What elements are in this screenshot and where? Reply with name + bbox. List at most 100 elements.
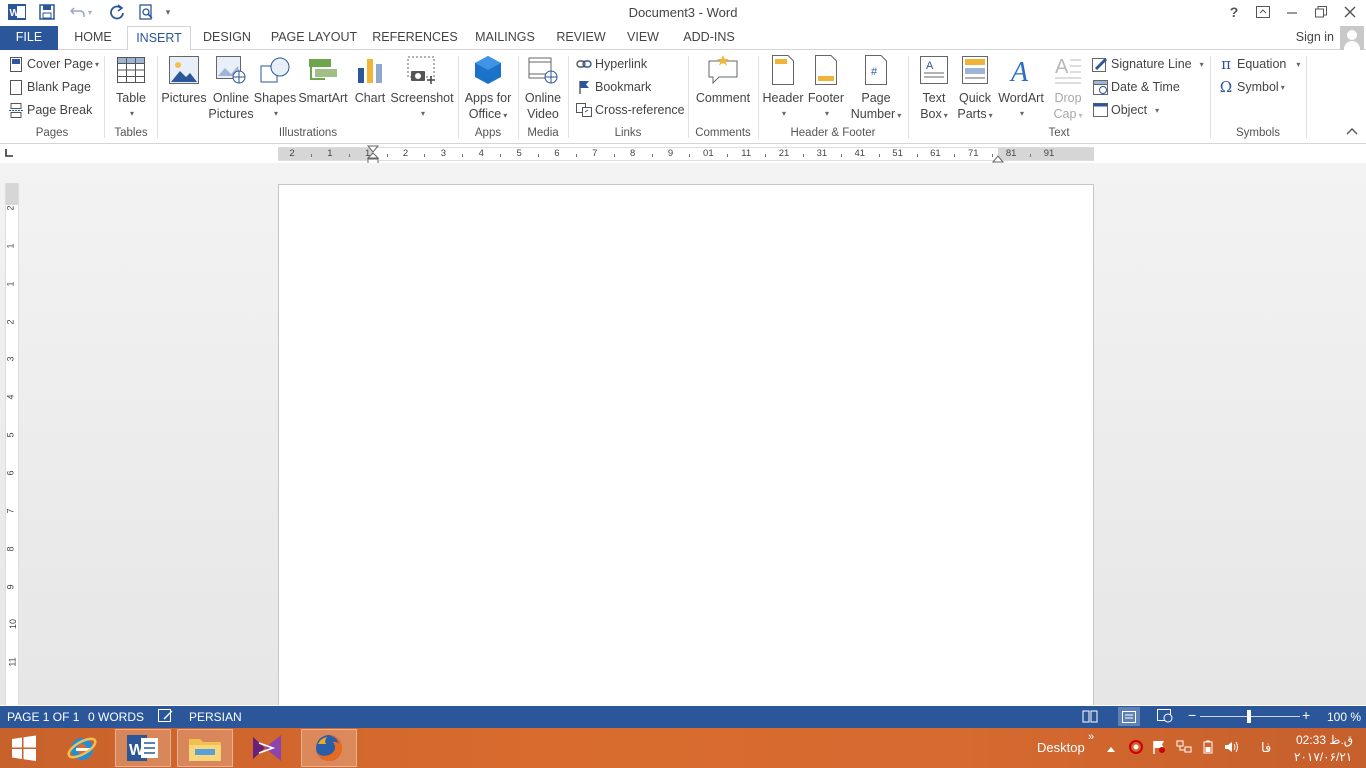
cover-page-button[interactable]: Cover Page ▾ <box>8 54 99 74</box>
clock-date[interactable]: ٢٠١٧/٠۶/٢١ <box>1294 750 1352 764</box>
page-break-button[interactable]: Page Break <box>8 100 92 120</box>
show-hidden-icons[interactable] <box>1106 741 1116 756</box>
cross-reference-button[interactable]: Cross-reference <box>576 100 685 120</box>
zoom-in-button[interactable]: + <box>1302 707 1310 723</box>
tab-page-layout[interactable]: PAGE LAYOUT <box>266 26 362 50</box>
save-icon[interactable] <box>36 2 58 22</box>
language-indicator[interactable]: PERSIAN <box>189 710 242 724</box>
table-button[interactable]: Table ▾ <box>110 54 152 122</box>
restore-icon[interactable] <box>1307 0 1335 24</box>
zoom-level[interactable]: 100 % <box>1327 710 1361 724</box>
text-box-button[interactable]: A Text Box ▾ <box>914 54 954 124</box>
ruler-tick <box>424 154 426 157</box>
group-label-illustrations: Illustrations <box>278 127 338 139</box>
read-mode-icon[interactable] <box>1082 709 1098 726</box>
comment-button[interactable]: Comment <box>694 54 752 106</box>
screenshot-button[interactable]: Screenshot ▾ <box>390 54 454 122</box>
ruler-tick <box>689 154 691 157</box>
footer-button[interactable]: Footer ▾ <box>806 54 846 122</box>
online-pictures-button[interactable]: Online Pictures <box>208 54 254 122</box>
date-time-button[interactable]: Date & Time <box>1092 77 1180 97</box>
group-label-symbols: Symbols <box>1235 127 1281 139</box>
blank-page-button[interactable]: Blank Page <box>8 77 91 97</box>
print-preview-icon[interactable] <box>136 2 156 22</box>
signature-line-button[interactable]: Signature Line ▾ <box>1092 54 1204 74</box>
ruler-tick <box>1030 154 1032 157</box>
pictures-button[interactable]: Pictures <box>161 54 207 106</box>
internet-explorer-taskbar[interactable] <box>54 729 110 767</box>
bookmark-button[interactable]: Bookmark <box>576 77 651 97</box>
symbol-button[interactable]: Ω Symbol ▾ <box>1218 77 1285 97</box>
ribbon-display-options-icon[interactable] <box>1249 0 1277 24</box>
shapes-button[interactable]: Shapes ▾ <box>254 54 296 122</box>
volume-tray-icon[interactable] <box>1224 740 1240 757</box>
clock-time[interactable]: 02:33 ق.ظ <box>1296 733 1353 747</box>
vertical-ruler[interactable]: 2 1 1 2 3 4 5 6 7 8 9 10 11 <box>5 183 19 705</box>
customize-qat-icon[interactable]: ▾ <box>160 2 176 22</box>
document-page[interactable] <box>278 184 1094 705</box>
toolbar-expand-icon[interactable]: » <box>1088 731 1094 743</box>
wordart-button[interactable]: A WordArt ▾ <box>996 54 1046 122</box>
word-count[interactable]: 0 WORDS <box>88 710 144 724</box>
tab-mailings[interactable]: MAILINGS <box>468 26 542 50</box>
proofing-icon[interactable] <box>158 709 174 726</box>
equation-button[interactable]: π Equation ▾ <box>1218 54 1300 74</box>
firefox-icon <box>316 735 342 761</box>
network-tray-icon[interactable] <box>1176 740 1192 757</box>
tab-file[interactable]: FILE <box>0 26 58 50</box>
help-button[interactable]: ? <box>1220 0 1248 24</box>
tab-review[interactable]: REVIEW <box>552 26 610 50</box>
redo-icon[interactable] <box>106 2 128 22</box>
header-button[interactable]: Header ▾ <box>762 54 804 122</box>
visual-studio-taskbar[interactable] <box>239 729 295 767</box>
pi-icon: π <box>1221 55 1231 73</box>
print-layout-icon[interactable] <box>1118 707 1140 726</box>
avatar[interactable] <box>1340 26 1364 50</box>
minimize-icon[interactable] <box>1278 0 1306 24</box>
word-app-icon[interactable]: W <box>7 2 27 22</box>
ruler-label: 1 <box>5 243 16 249</box>
tab-references[interactable]: REFERENCES <box>372 26 458 50</box>
tab-design[interactable]: DESIGN <box>198 26 256 50</box>
desktop-toolbar-label[interactable]: Desktop <box>1037 740 1085 755</box>
zoom-out-button[interactable]: − <box>1188 707 1196 723</box>
page-count[interactable]: PAGE 1 OF 1 <box>7 710 79 724</box>
input-language-indicator[interactable]: فا <box>1261 740 1271 756</box>
battery-tray-icon[interactable] <box>1201 740 1215 757</box>
sign-in-link[interactable]: Sign in <box>1296 30 1334 44</box>
tab-add-ins[interactable]: ADD-INS <box>676 26 742 50</box>
file-explorer-taskbar[interactable] <box>177 729 233 767</box>
ruler-tick <box>802 154 804 157</box>
close-icon[interactable] <box>1336 0 1364 24</box>
word-taskbar[interactable]: W <box>115 729 171 767</box>
ruler-label: 11 <box>741 148 752 159</box>
drop-cap-button[interactable]: A Drop Cap ▾ <box>1048 54 1088 124</box>
tab-insert[interactable]: INSERT <box>127 26 191 51</box>
zoom-slider-thumb[interactable] <box>1247 710 1251 723</box>
start-button[interactable] <box>4 729 44 767</box>
hyperlink-button[interactable]: Hyperlink <box>576 54 647 74</box>
right-indent-marker-icon[interactable] <box>992 151 1004 163</box>
tab-selector[interactable] <box>4 148 18 160</box>
undo-icon[interactable]: ▾ <box>66 2 96 22</box>
online-video-button[interactable]: Online Video <box>520 54 566 122</box>
tab-home[interactable]: HOME <box>66 26 120 50</box>
firefox-taskbar[interactable] <box>301 729 357 767</box>
visual-studio-icon <box>253 735 281 761</box>
collapse-ribbon-icon[interactable] <box>1346 126 1358 138</box>
quick-parts-icon <box>959 54 991 86</box>
smartart-button[interactable]: SmartArt <box>298 54 348 106</box>
action-center-flag-icon[interactable] <box>1152 740 1166 757</box>
indent-marker-icon[interactable] <box>367 145 379 165</box>
antivirus-tray-icon[interactable] <box>1129 740 1143 757</box>
object-button[interactable]: Object ▾ <box>1092 100 1159 120</box>
object-icon <box>1092 102 1108 118</box>
page-number-button[interactable]: # Page Number ▾ <box>848 54 904 124</box>
chart-button[interactable]: Chart <box>350 54 390 106</box>
ruler-label: 2 <box>402 148 409 159</box>
horizontal-ruler[interactable]: 2 1 1 2 3 4 5 6 7 8 9 01 11 21 31 41 51 61 71 81 91 <box>278 145 1094 165</box>
tab-view[interactable]: VIEW <box>620 26 666 50</box>
web-layout-icon[interactable] <box>1157 709 1173 726</box>
apps-for-office-button[interactable]: Apps for Office ▾ <box>462 54 514 124</box>
quick-parts-button[interactable]: Quick Parts ▾ <box>954 54 996 124</box>
